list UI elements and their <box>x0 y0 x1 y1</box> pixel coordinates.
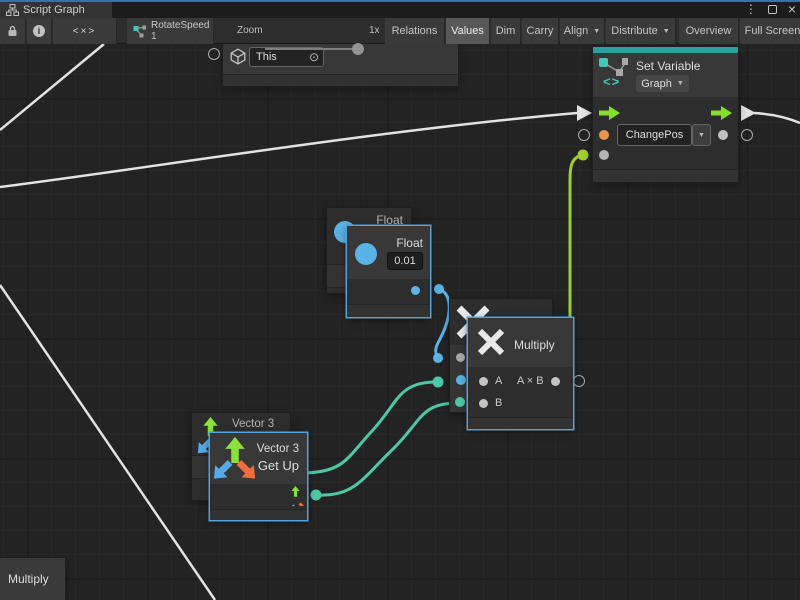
info-button[interactable]: i <box>27 18 52 44</box>
multiply-input-a-port[interactable] <box>479 377 488 386</box>
window-controls: ⋮ × <box>745 1 796 17</box>
zoom-value: 1x <box>369 25 380 36</box>
info-icon: i <box>33 25 45 37</box>
distribute-button[interactable]: Distribute▼ <box>606 18 676 44</box>
zoom-slider-handle[interactable] <box>352 43 364 55</box>
multiply-footer <box>468 417 573 429</box>
variable-name-dropdown[interactable]: ChangePos <box>617 124 692 146</box>
graph-breadcrumb[interactable]: RotateSpeed 1 <box>127 18 214 44</box>
float-icon <box>355 243 377 265</box>
variable-name-dropdown-arrow[interactable]: ▼ <box>692 124 711 146</box>
multiply-node-cut[interactable]: Multiply <box>0 558 65 600</box>
set-variable-title: Set Variable <box>636 59 700 73</box>
zoom-slider-track[interactable] <box>265 48 357 50</box>
this-field-value: This <box>256 51 277 63</box>
chevron-down-icon: ▼ <box>698 132 705 139</box>
set-variable-right-port[interactable] <box>741 129 753 141</box>
float-value: 0.01 <box>394 255 415 267</box>
multiply-input-b-label: B <box>495 397 502 409</box>
this-node[interactable]: This ⊙ <box>223 44 458 86</box>
variable-input-port[interactable] <box>599 130 609 140</box>
multiply-title: Multiply <box>514 338 555 352</box>
align-button[interactable]: Align▼ <box>560 18 605 44</box>
set-variable-node[interactable]: <> Set Variable Graph ▼ ChangePos ▼ <box>593 47 738 182</box>
variable-scope-value: Graph <box>641 78 672 90</box>
graph-icon <box>6 4 19 16</box>
variable-scope-dropdown[interactable]: Graph ▼ <box>636 75 689 92</box>
lock-button[interactable] <box>0 18 26 44</box>
multiply-node[interactable]: Multiply A A × B B <box>468 318 573 429</box>
close-icon[interactable]: × <box>788 4 796 14</box>
chevron-down-icon: ▼ <box>677 80 684 87</box>
multiply-input-b-port[interactable] <box>479 399 488 408</box>
this-node-target-port[interactable] <box>208 48 220 60</box>
more-options-icon[interactable]: ⋮ <box>745 2 757 16</box>
float-back-title: Float <box>376 213 403 227</box>
dim-button[interactable]: Dim <box>491 18 521 44</box>
carry-button[interactable]: Carry <box>522 18 559 44</box>
chevron-down-icon: ▼ <box>663 28 670 35</box>
float-output-port[interactable] <box>411 286 420 295</box>
float-value-field[interactable]: 0.01 <box>387 252 423 270</box>
tab-title: Script Graph <box>23 4 85 16</box>
script-graph-asset-icon <box>133 25 146 38</box>
multiply-back-port-a[interactable] <box>456 353 465 362</box>
chevron-down-icon: ▼ <box>593 28 600 35</box>
set-variable-footer <box>593 169 738 182</box>
relations-button[interactable]: Relations <box>385 18 445 44</box>
this-object-field[interactable]: This ⊙ <box>249 47 324 67</box>
vector3-getup-node[interactable]: Vector 3 Get Up <box>210 433 307 520</box>
target-picker-icon[interactable]: ⊙ <box>309 50 319 64</box>
multiply-output-port[interactable] <box>551 377 560 386</box>
getup-subtitle: Get Up <box>258 458 299 473</box>
full-screen-button[interactable]: Full Screen <box>740 18 800 44</box>
multiply-back-port-teal[interactable] <box>455 397 465 407</box>
multiply-icon <box>477 328 505 356</box>
vector3-back-title: Vector 3 <box>232 418 274 430</box>
flow-in-arrow-icon[interactable] <box>599 106 620 120</box>
vector3-title: Vector 3 <box>257 443 299 455</box>
code-view-icon: <×> <box>73 26 97 37</box>
value-input-port[interactable] <box>599 150 609 160</box>
float-footer <box>347 304 430 317</box>
float-node[interactable]: Float 0.01 <box>347 226 430 317</box>
graph-toolbar: i <×> RotateSpeed 1 Zoom 1x Relations Va… <box>0 18 800 44</box>
set-variable-left-port[interactable] <box>578 129 590 141</box>
vector3-footer <box>210 509 307 520</box>
multiply-back-port-blue[interactable] <box>456 375 466 385</box>
variable-name-value: ChangePos <box>626 129 684 141</box>
window-accent-line <box>0 0 800 2</box>
tab-bar: Script Graph ⋮ × <box>0 0 800 18</box>
multiply-input-a-label: A <box>495 375 502 387</box>
values-button[interactable]: Values <box>446 18 490 44</box>
this-node-footer <box>223 74 458 86</box>
float-title: Float <box>396 236 423 250</box>
zoom-label: Zoom <box>237 25 263 36</box>
multiply-output-port-outer[interactable] <box>573 375 585 387</box>
multiply-cut-title: Multiply <box>8 572 49 586</box>
overview-button[interactable]: Overview <box>679 18 739 44</box>
graph-name: RotateSpeed 1 <box>151 20 213 42</box>
lock-icon <box>7 25 18 37</box>
tab-script-graph[interactable]: Script Graph <box>0 2 112 18</box>
cube-icon <box>230 48 246 65</box>
multiply-output-label: A × B <box>517 375 544 387</box>
code-view-button[interactable]: <×> <box>53 18 117 44</box>
flow-out-arrow-icon[interactable] <box>711 106 732 120</box>
vector3-output-icon[interactable] <box>286 486 304 506</box>
variable-output-port[interactable] <box>718 130 728 140</box>
maximize-icon[interactable] <box>768 5 777 14</box>
code-brackets-icon: <> <box>603 74 620 89</box>
script-graph-window: This ⊙ <> Set Variable Graph ▼ ChangePos <box>0 0 800 600</box>
